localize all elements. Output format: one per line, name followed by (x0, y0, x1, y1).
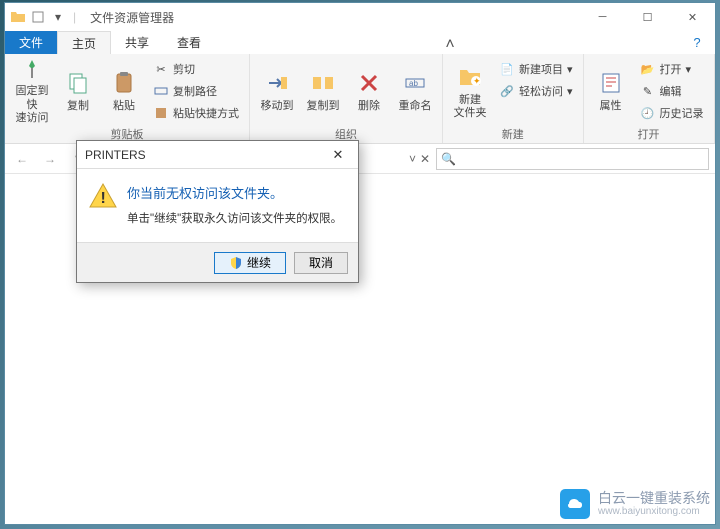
tab-file[interactable]: 文件 (5, 31, 57, 54)
history-button[interactable]: 🕘历史记录 (636, 103, 708, 123)
move-icon (262, 68, 292, 98)
permission-dialog: PRINTERS ✕ ! 你当前无权访问该文件夹。 单击"继续"获取永久访问该文… (76, 140, 359, 283)
watermark-logo-icon (560, 489, 590, 519)
properties-button[interactable]: 属性 (590, 57, 632, 125)
close-button[interactable]: ✕ (670, 3, 715, 31)
address-dropdown-icon[interactable]: ˅ (409, 152, 416, 166)
dialog-title: PRINTERS (85, 148, 146, 162)
cancel-button[interactable]: 取消 (294, 252, 348, 274)
shield-icon (229, 256, 243, 270)
new-item-button[interactable]: 📄新建项目▾ (495, 59, 577, 79)
forward-button[interactable]: → (39, 148, 61, 170)
copy-to-icon (308, 68, 338, 98)
pin-icon (17, 57, 47, 83)
svg-text:✦: ✦ (473, 76, 481, 86)
ribbon: 固定到快 速访问 复制 粘贴 ✂剪切 复制路径 粘贴快捷方式 剪贴板 (5, 54, 715, 144)
paste-button[interactable]: 粘贴 (103, 57, 145, 125)
titlebar: ▾ | 文件资源管理器 ─ ☐ ✕ (5, 3, 715, 31)
delete-icon (354, 68, 384, 98)
new-folder-icon: ✦ (455, 62, 485, 92)
continue-button[interactable]: 继续 (214, 252, 286, 274)
search-icon: 🔍 (441, 152, 456, 166)
cut-icon: ✂ (153, 61, 169, 77)
easy-access-button[interactable]: 🔗轻松访问▾ (495, 81, 577, 101)
folder-icon (9, 8, 27, 26)
watermark-sub: www.baiyunxitong.com (598, 506, 710, 518)
group-open-label: 打开 (590, 125, 708, 142)
tab-view[interactable]: 查看 (163, 31, 215, 54)
open-button[interactable]: 📂打开▾ (636, 59, 708, 79)
search-input[interactable]: 🔍 (436, 148, 709, 170)
paste-icon (109, 68, 139, 98)
svg-text:!: ! (101, 190, 106, 207)
minimize-button[interactable]: ─ (580, 3, 625, 31)
rename-icon: ab (400, 68, 430, 98)
easy-access-icon: 🔗 (499, 83, 515, 99)
dialog-main-text: 你当前无权访问该文件夹。 (127, 183, 342, 202)
maximize-button[interactable]: ☐ (625, 3, 670, 31)
edit-button[interactable]: ✎编辑 (636, 81, 708, 101)
move-to-button[interactable]: 移动到 (256, 57, 298, 125)
chevron-down-icon: ▾ (567, 85, 573, 98)
svg-text:ab: ab (409, 79, 418, 88)
rename-button[interactable]: ab重命名 (394, 57, 436, 125)
chevron-down-icon: ▾ (686, 63, 692, 76)
properties-icon (596, 68, 626, 98)
new-folder-button[interactable]: ✦新建 文件夹 (449, 57, 491, 125)
ribbon-tabs: 文件 主页 共享 查看 ˄ ? (5, 31, 715, 54)
shortcut-icon (153, 105, 169, 121)
copy-icon (63, 68, 93, 98)
cut-button[interactable]: ✂剪切 (149, 59, 243, 79)
history-icon: 🕘 (640, 105, 656, 121)
new-item-icon: 📄 (499, 61, 515, 77)
window-title: 文件资源管理器 (84, 9, 174, 26)
delete-button[interactable]: 删除 (348, 57, 390, 125)
back-button[interactable]: ← (11, 148, 33, 170)
tab-home[interactable]: 主页 (57, 31, 111, 54)
dialog-close-button[interactable]: ✕ (326, 145, 350, 165)
group-new-label: 新建 (449, 125, 577, 142)
help-button[interactable]: ? (685, 30, 709, 54)
ribbon-collapse-icon[interactable]: ˄ (440, 36, 460, 54)
copy-path-button[interactable]: 复制路径 (149, 81, 243, 101)
chevron-down-icon: ▾ (567, 63, 573, 76)
watermark-main: 白云一键重装系统 (598, 490, 710, 507)
dialog-sub-text: 单击"继续"获取永久访问该文件夹的权限。 (127, 210, 342, 226)
watermark: 白云一键重装系统 www.baiyunxitong.com (560, 489, 710, 519)
tab-share[interactable]: 共享 (111, 31, 163, 54)
edit-icon: ✎ (640, 83, 656, 99)
paste-shortcut-button[interactable]: 粘贴快捷方式 (149, 103, 243, 123)
warning-icon: ! (89, 183, 117, 209)
open-icon: 📂 (640, 61, 656, 77)
copy-to-button[interactable]: 复制到 (302, 57, 344, 125)
pin-button[interactable]: 固定到快 速访问 (11, 57, 53, 125)
qat-icon[interactable] (29, 8, 47, 26)
qat-dropdown-icon[interactable]: ▾ (49, 8, 67, 26)
clear-address-icon[interactable]: ✕ (420, 152, 430, 166)
copy-button[interactable]: 复制 (57, 57, 99, 125)
path-icon (153, 83, 169, 99)
